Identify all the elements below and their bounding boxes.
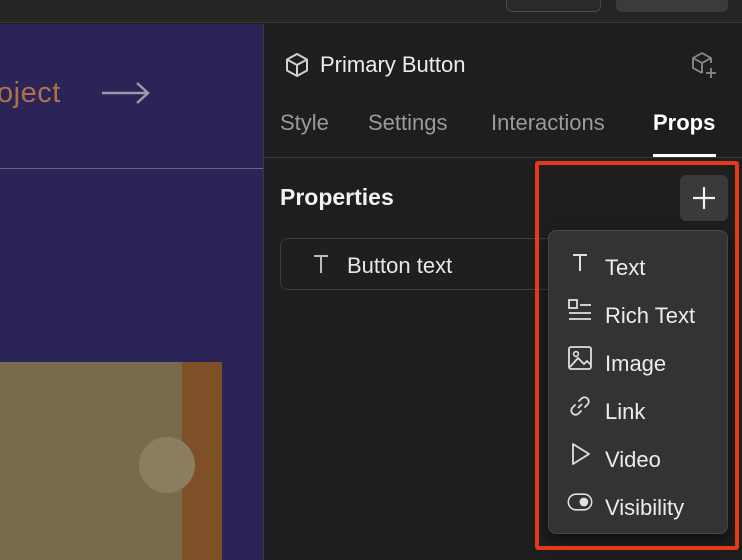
link-icon: [567, 393, 593, 419]
menu-item-label: Text: [605, 255, 646, 280]
rich-text-icon: [567, 297, 593, 323]
menu-item-image[interactable]: Image: [549, 334, 727, 380]
video-play-icon: [567, 441, 593, 467]
arrow-right-icon: [102, 82, 150, 104]
property-row-button-text[interactable]: Button text: [280, 238, 580, 290]
tab-props[interactable]: Props: [653, 110, 715, 136]
menu-item-label: Link: [605, 399, 646, 424]
menu-item-visibility[interactable]: Visibility: [549, 478, 727, 524]
component-cube-icon: [286, 53, 308, 77]
canvas-project-link[interactable]: oject: [0, 77, 61, 110]
text-type-icon: [567, 249, 593, 275]
menu-item-link[interactable]: Link: [549, 382, 727, 428]
image-icon: [567, 345, 593, 371]
menu-item-rich-text[interactable]: Rich Text: [549, 286, 727, 332]
design-canvas[interactable]: oject: [0, 24, 263, 560]
plus-icon: [693, 187, 715, 209]
menu-item-label: Rich Text: [605, 303, 696, 328]
canvas-circle-shape: [139, 437, 195, 493]
component-title: Primary Button: [320, 52, 466, 77]
top-toolbar: [0, 0, 742, 23]
add-component-icon[interactable]: [690, 51, 718, 79]
visibility-toggle-icon: [567, 489, 593, 515]
text-type-icon: [314, 255, 328, 273]
add-property-button[interactable]: [680, 175, 728, 221]
active-tab-indicator: [653, 154, 716, 157]
menu-item-label: Image: [605, 351, 667, 376]
menu-item-video[interactable]: Video: [549, 430, 727, 476]
menu-item-text[interactable]: Text: [549, 238, 727, 284]
property-label: Button text: [347, 253, 453, 278]
panel-tabs: Style Settings Interactions Props: [264, 110, 742, 158]
add-property-menu: Text Rich Text Image Link Video Visibili…: [548, 230, 728, 534]
tab-interactions[interactable]: Interactions: [491, 110, 605, 136]
toolbar-button[interactable]: [506, 0, 601, 12]
menu-item-label: Video: [605, 447, 661, 472]
properties-section-title: Properties: [280, 184, 394, 210]
canvas-hero-section[interactable]: oject: [0, 24, 263, 169]
menu-item-label: Visibility: [605, 495, 685, 520]
tab-settings[interactable]: Settings: [368, 110, 448, 136]
toolbar-primary-button[interactable]: [616, 0, 728, 12]
tab-style[interactable]: Style: [280, 110, 329, 136]
